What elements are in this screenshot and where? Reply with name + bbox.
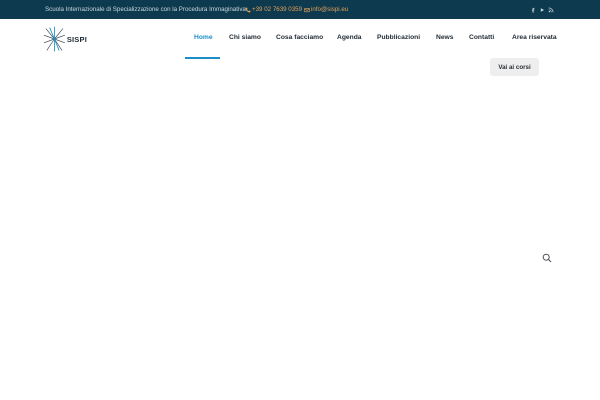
search-icon[interactable] [542,253,552,263]
youtube-icon[interactable] [538,5,546,14]
nav-item-area-riservata[interactable]: Area riservata [512,33,557,43]
nav-item-contatti[interactable]: Contatti [469,33,494,43]
nav-item-pubblicazioni[interactable]: Pubblicazioni [377,33,420,43]
logo-mark-icon [43,26,65,52]
top-bar: Scuola Internazionale di Specializzazion… [0,0,600,19]
phone-number: +39 02 7639 0359 [252,6,303,13]
facebook-icon[interactable] [529,5,537,14]
site-logo[interactable]: SISPI [43,25,87,53]
email-address: info@sispi.eu [311,6,349,13]
vai-ai-corsi-button[interactable]: Vai ai corsi [490,58,539,76]
phone-icon [245,7,251,12]
email-link[interactable]: info@sispi.eu [304,5,348,14]
active-nav-indicator [185,57,220,59]
nav-item-cosa-facciamo[interactable]: Cosa facciamo [276,33,323,43]
topbar-tagline: Scuola Internazionale di Specializzazion… [45,6,246,13]
phone-link[interactable]: +39 02 7639 0359 [245,5,302,14]
rss-icon[interactable] [547,5,555,14]
logo-text: SISPI [66,34,87,44]
nav-item-agenda[interactable]: Agenda [337,33,362,43]
nav-item-news[interactable]: News [436,33,453,43]
nav-item-home[interactable]: Home [194,33,213,43]
nav-item-chi-siamo[interactable]: Chi siamo [229,33,261,43]
envelope-icon [304,7,310,12]
